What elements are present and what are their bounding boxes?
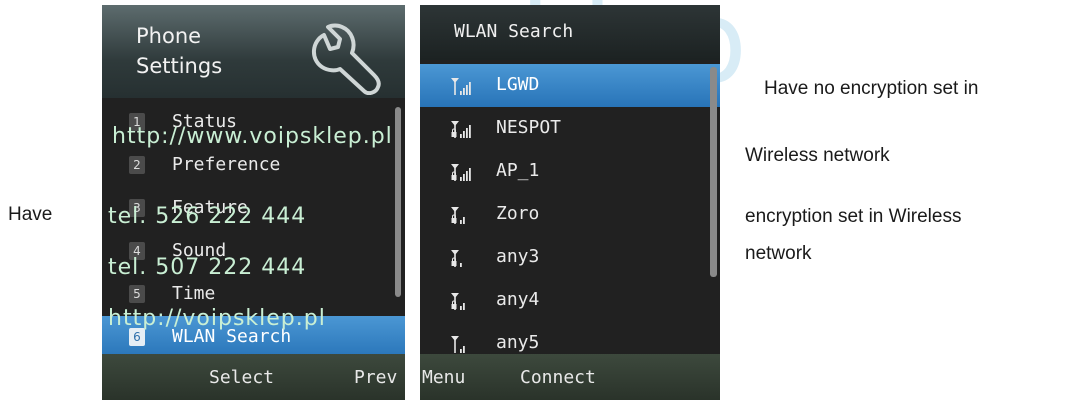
item-label: Time (172, 283, 216, 304)
annotation-network: network (745, 243, 812, 264)
item-number: 4 (129, 242, 145, 260)
item-number: 1 (129, 113, 145, 131)
menu-item-sound[interactable]: 4 Sound (102, 230, 405, 273)
annotation-wireless-network: Wireless network (745, 145, 890, 166)
signal-strength-icon (451, 207, 465, 224)
annotation-encryption-set: encryption set in Wireless (745, 206, 962, 227)
softkey-bar: Menu Connect (420, 354, 720, 400)
item-number: 5 (129, 285, 145, 303)
settings-header: Phone Settings (102, 5, 405, 98)
connect-softkey[interactable]: Connect (520, 367, 596, 388)
signal-strength-icon (451, 250, 462, 267)
scrollbar[interactable] (395, 107, 401, 297)
access-point-row[interactable]: LGWD (420, 64, 720, 107)
access-point-list: LGWD NESPOT AP_1 Zoro any3 any4 any5 (420, 64, 720, 365)
signal-strength-icon (451, 293, 465, 310)
annotation-left: Have (8, 204, 53, 225)
ssid-label: any5 (496, 332, 540, 353)
ssid-label: any4 (496, 289, 540, 310)
phone-settings-screen: Phone Settings 1 Status 2 Preference 3 F… (102, 5, 405, 400)
menu-item-status[interactable]: 1 Status (102, 101, 405, 144)
item-label: Preference (172, 154, 281, 175)
ssid-label: any3 (496, 246, 540, 267)
menu-item-time[interactable]: 5 Time (102, 273, 405, 316)
softkey-bar: Select Prev (102, 354, 405, 400)
ssid-label: LGWD (496, 74, 540, 95)
menu-item-preference[interactable]: 2 Preference (102, 144, 405, 187)
ssid-label: AP_1 (496, 160, 540, 181)
item-label: WLAN Search (172, 326, 292, 347)
wlan-header: WLAN Search (420, 5, 720, 60)
title-line-2: Settings (136, 54, 223, 78)
wlan-search-screen: WLAN Search LGWD NESPOT AP_1 Zoro any3 a… (420, 5, 720, 400)
access-point-row[interactable]: AP_1 (420, 150, 720, 193)
access-point-row[interactable]: Zoro (420, 193, 720, 236)
page-title: WLAN Search (454, 21, 574, 42)
item-label: Feature (172, 197, 248, 218)
signal-strength-icon (451, 336, 465, 353)
ssid-label: Zoro (496, 203, 540, 224)
item-label: Sound (172, 240, 227, 261)
signal-strength-icon (451, 78, 471, 95)
item-number: 2 (129, 156, 145, 174)
ssid-label: NESPOT (496, 117, 562, 138)
signal-strength-icon (451, 121, 471, 138)
annotation-no-encryption: Have no encryption set in (764, 78, 979, 99)
menu-item-feature[interactable]: 3 Feature (102, 187, 405, 230)
access-point-row[interactable]: any3 (420, 236, 720, 279)
title-line-1: Phone (136, 24, 202, 48)
scrollbar[interactable] (710, 67, 717, 277)
prev-softkey[interactable]: Prev (354, 367, 397, 388)
item-number: 3 (129, 199, 145, 217)
select-softkey[interactable]: Select (209, 367, 274, 388)
menu-softkey[interactable]: Menu (422, 367, 465, 388)
settings-menu: 1 Status 2 Preference 3 Feature 4 Sound … (102, 101, 405, 359)
wrench-icon (312, 23, 381, 95)
menu-item-wlan-search[interactable]: 6 WLAN Search (102, 316, 405, 359)
page-title: Phone Settings (136, 21, 222, 81)
access-point-row[interactable]: any4 (420, 279, 720, 322)
signal-strength-icon (451, 164, 471, 181)
access-point-row[interactable]: NESPOT (420, 107, 720, 150)
item-number: 6 (129, 328, 145, 346)
item-label: Status (172, 111, 238, 132)
